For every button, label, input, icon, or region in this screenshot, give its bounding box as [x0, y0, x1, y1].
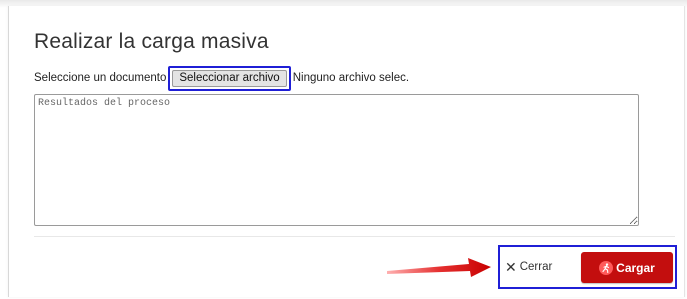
load-button-label: Cargar [616, 260, 655, 275]
close-button[interactable]: ✕ Cerrar [505, 256, 552, 278]
results-textarea[interactable] [34, 94, 639, 226]
running-person-icon [599, 260, 614, 275]
modal-title: Realizar la carga masiva [34, 30, 269, 53]
footer-divider [34, 236, 675, 237]
file-button-highlight: Seleccionar archivo [168, 65, 291, 91]
file-input-row: Seleccione un documento Seleccionar arch… [34, 65, 410, 91]
page: Realizar la carga masiva Seleccione un d… [0, 0, 687, 299]
file-input-label: Seleccione un documento [34, 72, 167, 84]
load-button[interactable]: Cargar [581, 252, 673, 283]
close-button-label: Cerrar [519, 261, 553, 273]
red-arrow-icon [387, 258, 491, 277]
select-file-button[interactable]: Seleccionar archivo [172, 69, 287, 87]
file-status-text: Ninguno archivo selec. [292, 72, 410, 84]
close-icon: ✕ [505, 259, 517, 275]
